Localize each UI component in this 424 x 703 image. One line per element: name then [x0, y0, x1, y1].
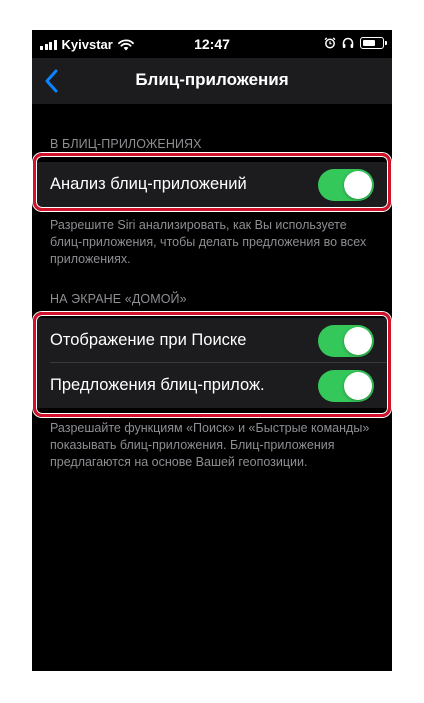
alarm-clock-icon — [324, 37, 336, 49]
battery-level-fill — [362, 39, 376, 46]
page-title: Блиц-приложения — [135, 70, 289, 89]
status-bar: Kyivstar 12:47 — [32, 30, 392, 58]
highlight-box-section1 — [33, 153, 391, 211]
highlight-box-section2 — [33, 312, 391, 417]
status-right — [324, 37, 387, 49]
section-footer-note: Разрешите Siri анализировать, как Вы исп… — [50, 218, 367, 266]
navigation-bar: Блиц-приложения — [32, 58, 392, 104]
battery-icon — [360, 37, 387, 49]
section-footer-note: Разрешайте функциям «Поиск» и «Быстрые к… — [50, 421, 370, 469]
section-header-siri-suggestions: В БЛИЦ-ПРИЛОЖЕНИЯХ — [50, 137, 202, 151]
section-header-home-screen: НА ЭКРАНЕ «ДОМОЙ» — [50, 292, 187, 306]
headphones-icon — [342, 37, 354, 48]
